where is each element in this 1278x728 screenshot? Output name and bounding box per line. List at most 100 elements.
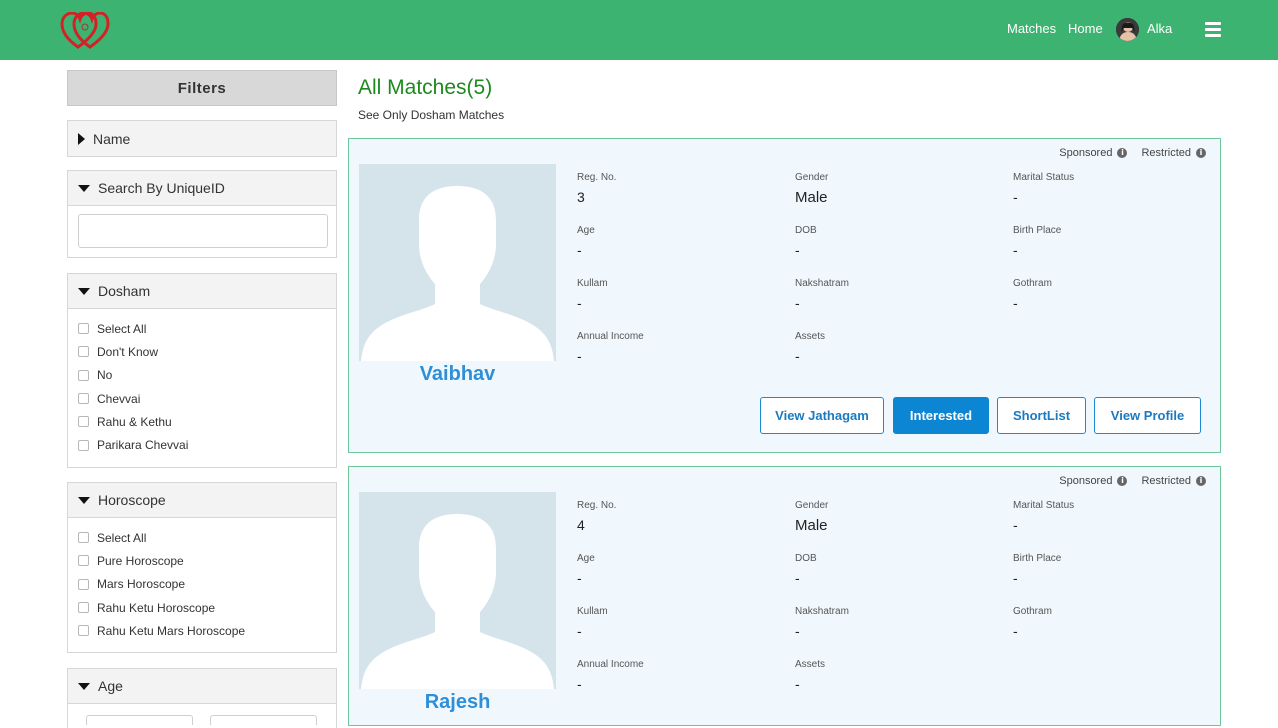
dosham-option[interactable]: Select All <box>78 317 326 340</box>
caret-right-icon <box>78 132 85 145</box>
field-label: Annual Income <box>577 659 644 670</box>
nakshatram-field: Nakshatram - <box>795 278 995 311</box>
marital-status-field: Marital Status - <box>1013 172 1213 205</box>
caret-down-icon <box>78 496 90 504</box>
field-label: Kullam <box>577 278 608 289</box>
card-flags: Sponsored i Restricted i <box>1059 475 1206 487</box>
age-min-input[interactable] <box>86 715 193 725</box>
field-value: - <box>795 570 800 586</box>
field-label: Marital Status <box>1013 172 1075 183</box>
info-icon[interactable]: i <box>1196 476 1206 486</box>
filters-sidebar: Filters Name Search By UniqueID Dosham S… <box>67 70 337 728</box>
field-value: - <box>577 242 582 258</box>
gothram-field: Gothram - <box>1013 278 1213 311</box>
info-icon[interactable]: i <box>1117 476 1128 486</box>
field-label: Annual Income <box>577 331 644 342</box>
horoscope-option[interactable]: Rahu Ketu Horoscope <box>78 596 326 619</box>
checkbox[interactable] <box>78 346 89 358</box>
gender-field: Gender Male <box>795 172 995 206</box>
option-label: Mars Horoscope <box>97 577 186 592</box>
checkbox[interactable] <box>78 602 89 614</box>
field-value: - <box>1013 242 1018 258</box>
checkbox[interactable] <box>78 555 89 567</box>
caret-down-icon <box>78 184 90 192</box>
dosham-option[interactable]: Don't Know <box>78 340 326 363</box>
field-value: - <box>1013 623 1018 639</box>
horoscope-filter-toggle[interactable]: Horoscope <box>68 483 336 518</box>
field-label: Nakshatram <box>795 278 849 289</box>
uniqueid-filter-panel: Search By UniqueID <box>67 170 337 258</box>
heart-logo-icon[interactable] <box>60 12 110 50</box>
horoscope-option[interactable]: Rahu Ketu Mars Horoscope <box>78 619 326 642</box>
person-silhouette-icon <box>359 492 556 689</box>
uniqueid-filter-label: Search By UniqueID <box>98 180 225 196</box>
name-filter-toggle[interactable]: Name <box>68 121 336 156</box>
field-label: Gothram <box>1013 606 1052 617</box>
match-card: Sponsored i Restricted i Rajesh Reg. No. 4 … <box>348 466 1221 726</box>
option-label: No <box>97 368 113 383</box>
horoscope-option[interactable]: Select All <box>78 526 326 549</box>
dosham-option[interactable]: No <box>78 364 326 387</box>
checkbox[interactable] <box>78 416 89 428</box>
field-label: Assets <box>795 331 826 342</box>
sponsored-label: Sponsored <box>1059 147 1113 159</box>
dosham-option[interactable]: Rahu & Kethu <box>78 410 326 433</box>
field-label: Age <box>577 553 595 564</box>
info-icon[interactable]: i <box>1196 148 1206 158</box>
view-profile-button[interactable]: View Profile <box>1094 397 1201 434</box>
field-value: - <box>795 676 800 692</box>
sponsored-flag: Sponsored i <box>1059 475 1128 487</box>
checkbox[interactable] <box>78 532 89 544</box>
info-icon[interactable]: i <box>1117 148 1128 158</box>
restricted-label: Restricted <box>1141 147 1191 159</box>
checkbox[interactable] <box>78 625 89 637</box>
dosham-only-link[interactable]: See Only Dosham Matches <box>358 108 504 122</box>
field-label: Birth Place <box>1013 553 1062 564</box>
uniqueid-search-input[interactable] <box>78 214 328 248</box>
profile-name-link[interactable]: Rajesh <box>359 691 556 714</box>
interested-button[interactable]: Interested <box>893 397 989 434</box>
horoscope-option[interactable]: Mars Horoscope <box>78 573 326 596</box>
profile-photo[interactable] <box>359 492 556 689</box>
dob-field: DOB - <box>795 553 995 586</box>
restricted-flag: Restricted i <box>1141 475 1206 487</box>
shortlist-button[interactable]: ShortList <box>997 397 1086 434</box>
nav-home-link[interactable]: Home <box>1068 21 1103 36</box>
option-label: Chevvai <box>97 391 141 406</box>
checkbox[interactable] <box>78 578 89 590</box>
dosham-filter-toggle[interactable]: Dosham <box>68 274 336 309</box>
uniqueid-filter-toggle[interactable]: Search By UniqueID <box>68 171 336 206</box>
profile-photo[interactable] <box>359 164 556 361</box>
age-max-input[interactable] <box>210 715 317 725</box>
nav-matches-link[interactable]: Matches <box>1007 21 1056 36</box>
hamburger-menu-icon[interactable] <box>1205 22 1221 37</box>
sponsored-flag: Sponsored i <box>1059 147 1128 159</box>
caret-down-icon <box>78 287 90 295</box>
field-label: Reg. No. <box>577 172 617 183</box>
field-value: - <box>1013 570 1018 586</box>
name-filter-label: Name <box>93 130 131 147</box>
option-label: Don't Know <box>97 344 158 359</box>
checkbox[interactable] <box>78 439 89 451</box>
age-filter-toggle[interactable]: Age <box>68 669 336 704</box>
checkbox[interactable] <box>78 323 89 335</box>
top-navbar: Matches Home Alka <box>0 0 1278 60</box>
checkbox[interactable] <box>78 369 89 381</box>
dosham-option[interactable]: Chevvai <box>78 387 326 410</box>
user-avatar[interactable] <box>1116 18 1139 41</box>
nav-user-name[interactable]: Alka <box>1147 21 1172 36</box>
profile-name-link[interactable]: Vaibhav <box>359 363 556 386</box>
view-jathagam-button[interactable]: View Jathagam <box>760 397 884 434</box>
horoscope-filter-panel: Horoscope Select All Pure Horoscope Mars… <box>67 482 337 654</box>
option-label: Select All <box>97 321 147 336</box>
assets-field: Assets - <box>795 331 995 364</box>
horoscope-filter-label: Horoscope <box>98 492 166 508</box>
reg-no-field: Reg. No. 4 <box>577 500 777 533</box>
filters-title: Filters <box>67 70 337 106</box>
nakshatram-field: Nakshatram - <box>795 606 995 639</box>
sponsored-label: Sponsored <box>1059 475 1113 487</box>
dosham-option[interactable]: Parikara Chevvai <box>78 433 326 456</box>
field-value: - <box>795 348 800 364</box>
horoscope-option[interactable]: Pure Horoscope <box>78 549 326 572</box>
checkbox[interactable] <box>78 393 89 405</box>
